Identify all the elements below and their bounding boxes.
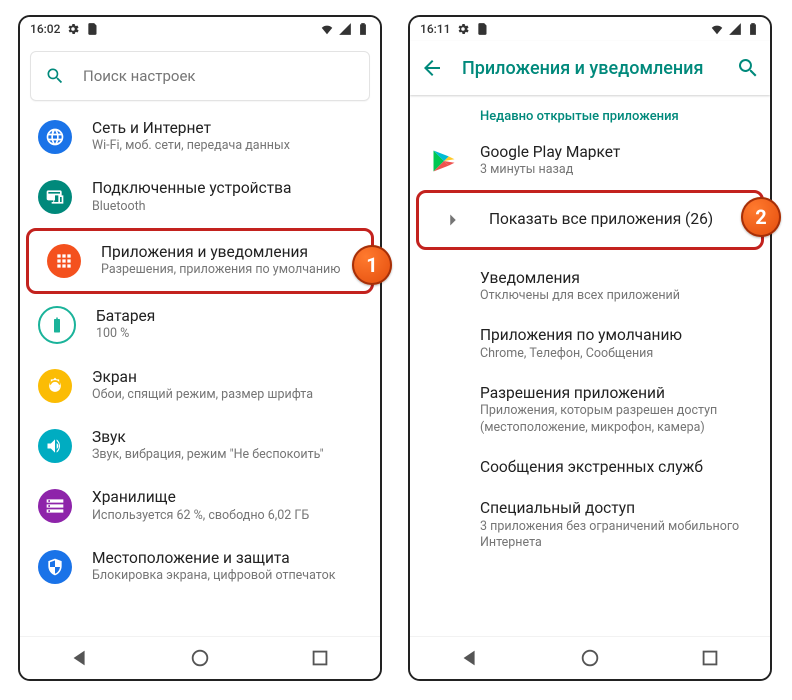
signal-icon — [728, 22, 742, 36]
nav-back-icon[interactable] — [459, 647, 481, 669]
signal-icon — [338, 22, 352, 36]
devices-icon — [38, 180, 72, 214]
settings-item-network[interactable]: Сеть и ИнтернетWi-Fi, моб. сети, передач… — [20, 107, 380, 167]
status-bar: 16:02 — [20, 17, 380, 41]
settings-item-battery[interactable]: Батарея100 % — [20, 294, 380, 356]
search-icon[interactable] — [736, 56, 760, 80]
play-store-icon — [428, 145, 460, 177]
settings-item-security[interactable]: Местоположение и защитаБлокировка экрана… — [20, 537, 380, 597]
recent-app-item[interactable]: Google Play Маркет3 минуты назад — [410, 132, 770, 190]
show-all-apps[interactable]: Показать все приложения (26) — [419, 193, 761, 247]
wifi-icon — [320, 22, 334, 36]
search-icon — [45, 66, 65, 86]
settings-item-sound[interactable]: ЗвукЗвук, вибрация, режим "Не беспокоить… — [20, 416, 380, 476]
nav-home-icon[interactable] — [579, 647, 601, 669]
wifi-icon — [710, 22, 724, 36]
globe-icon — [38, 120, 72, 154]
battery-icon — [38, 306, 76, 344]
back-icon[interactable] — [420, 56, 444, 80]
nav-back-icon[interactable] — [69, 647, 91, 669]
nav-recent-icon[interactable] — [309, 647, 331, 669]
search-settings[interactable]: Поиск настроек — [30, 51, 370, 101]
item-notifications[interactable]: УведомленияОтключены для всех приложений — [410, 258, 770, 316]
chevron-right-icon — [437, 204, 469, 236]
sim-icon — [476, 22, 490, 36]
battery-icon — [746, 22, 760, 36]
settings-item-display[interactable]: ЭкранОбои, спящий режим, размер шрифта — [20, 356, 380, 416]
settings-item-devices[interactable]: Подключенные устройстваBluetooth — [20, 167, 380, 227]
highlight-box-2: Показать все приложения (26) — [416, 190, 764, 250]
phone-apps-notifications: 16:11 Приложения и уведомления Недавно о… — [408, 15, 772, 681]
nav-home-icon[interactable] — [189, 647, 211, 669]
phone-settings-main: 16:02 Поиск настроек Сеть и ИнтернетWi-F… — [18, 15, 382, 681]
search-placeholder: Поиск настроек — [83, 67, 196, 85]
navigation-bar — [410, 636, 770, 679]
appbar-title: Приложения и уведомления — [462, 58, 703, 79]
battery-icon — [356, 22, 370, 36]
gear-icon — [456, 22, 470, 36]
app-bar: Приложения и уведомления — [410, 41, 770, 95]
settings-list: Сеть и ИнтернетWi-Fi, моб. сети, передач… — [20, 107, 380, 597]
status-time: 16:11 — [420, 22, 450, 36]
status-bar: 16:11 — [410, 17, 770, 41]
apps-icon — [47, 244, 81, 278]
navigation-bar — [20, 636, 380, 679]
shield-icon — [38, 550, 72, 584]
section-recent-apps: Недавно открытые приложения — [410, 95, 770, 132]
gear-icon — [66, 22, 80, 36]
item-app-permissions[interactable]: Разрешения приложенийПриложения, которым… — [410, 373, 770, 447]
callout-badge-1: 1 — [352, 245, 392, 285]
settings-item-apps[interactable]: Приложения и уведомленияРазрешения, прил… — [29, 231, 371, 291]
storage-icon — [38, 489, 72, 523]
item-emergency-alerts[interactable]: Сообщения экстренных служб — [410, 447, 770, 488]
volume-icon — [38, 429, 72, 463]
settings-item-storage[interactable]: ХранилищеИспользуется 62 %, свободно 6,0… — [20, 476, 380, 536]
highlight-box-1: Приложения и уведомленияРазрешения, прил… — [26, 228, 374, 294]
item-special-access[interactable]: Специальный доступ3 приложения без огран… — [410, 488, 770, 562]
brightness-icon — [38, 369, 72, 403]
callout-badge-2: 2 — [741, 197, 781, 237]
nav-recent-icon[interactable] — [699, 647, 721, 669]
sim-icon — [86, 22, 100, 36]
status-time: 16:02 — [30, 22, 60, 36]
item-default-apps[interactable]: Приложения по умолчаниюChrome, Телефон, … — [410, 315, 770, 373]
